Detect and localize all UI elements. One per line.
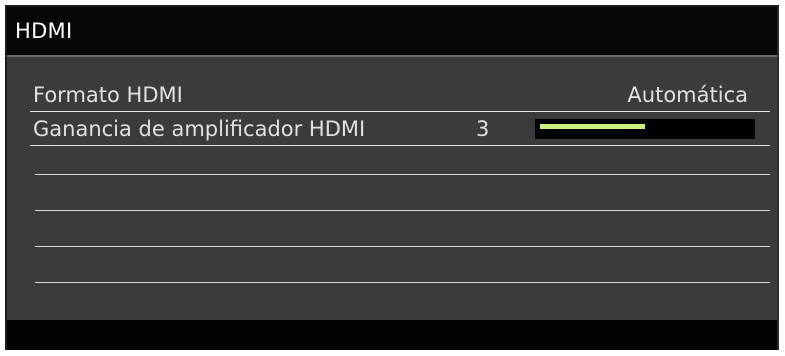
title-bar: HDMI <box>7 7 777 57</box>
menu-item-value: Automática <box>627 83 748 107</box>
gain-level-slider[interactable] <box>535 119 755 139</box>
menu-item-formato-hdmi[interactable]: Formato HDMI Automática <box>30 78 770 112</box>
row-divider <box>30 145 770 146</box>
empty-row-divider <box>35 174 770 175</box>
empty-row-divider <box>35 282 770 283</box>
menu-item-label: Ganancia de amplificador HDMI <box>33 117 366 141</box>
empty-row-divider <box>35 246 770 247</box>
menu-title: HDMI <box>15 19 73 43</box>
osd-menu-panel: HDMI Formato HDMI Automática Ganancia de… <box>5 5 779 350</box>
gain-level-fill <box>540 124 645 129</box>
menu-item-ganancia-hdmi[interactable]: Ganancia de amplificador HDMI 3 <box>30 112 770 146</box>
menu-item-label: Formato HDMI <box>33 83 183 107</box>
gain-value: 3 <box>476 117 490 141</box>
footer-bar <box>7 320 777 350</box>
empty-row-divider <box>35 210 770 211</box>
